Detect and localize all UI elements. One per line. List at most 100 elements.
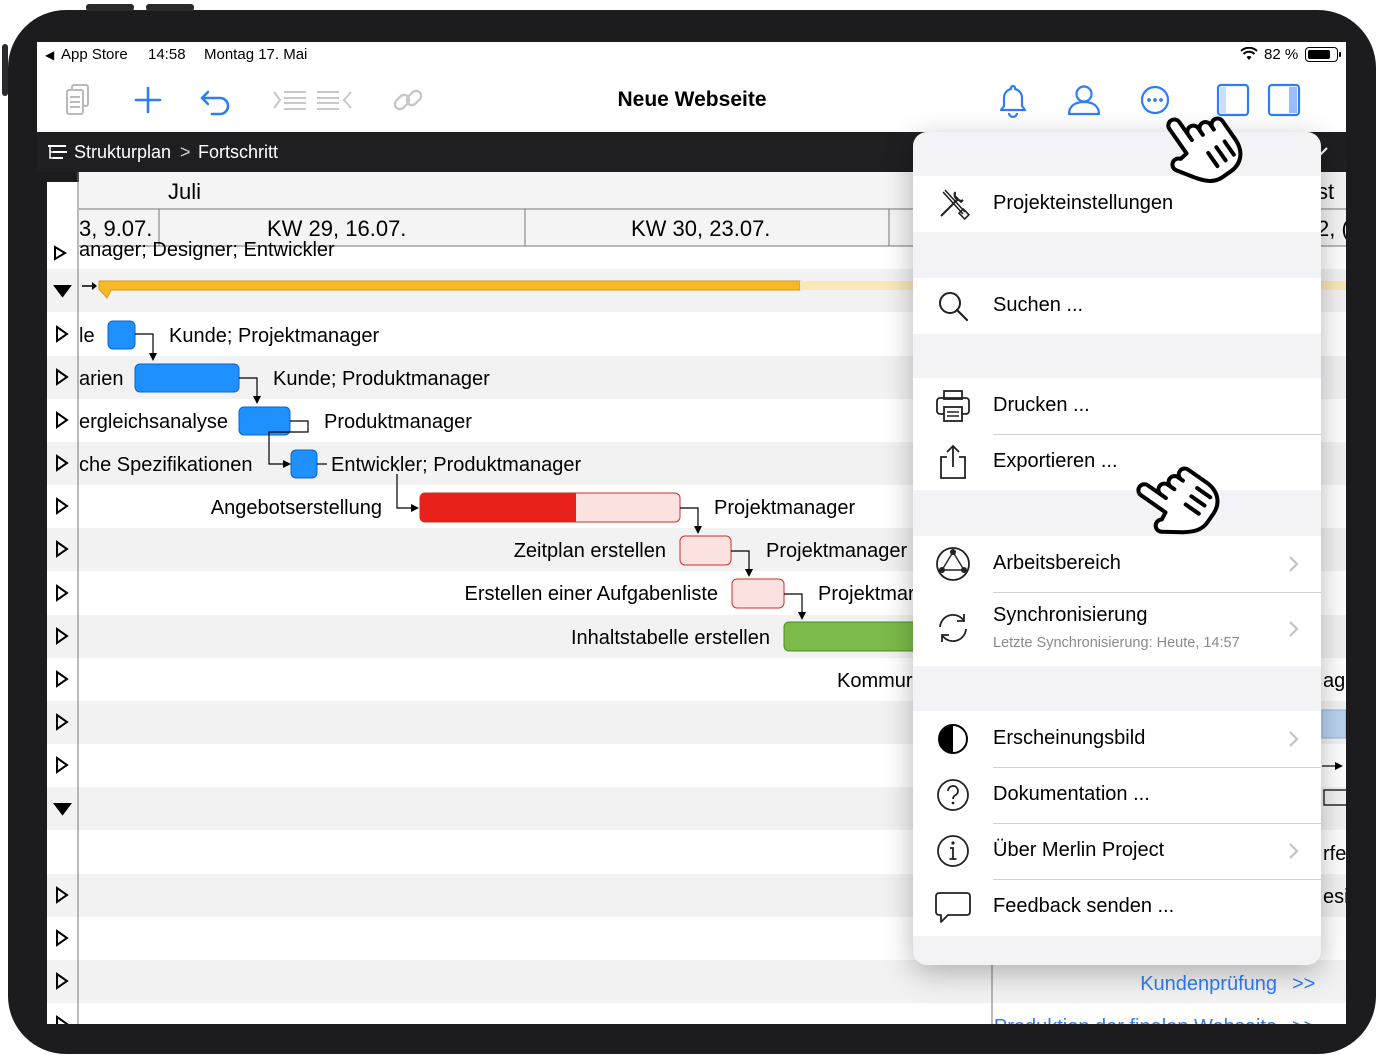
documents-icon[interactable] [59,80,99,120]
tools-icon [940,189,971,221]
top-button-1 [86,4,134,11]
link-icon[interactable] [388,80,428,120]
right-clipped-2: rfe [1323,843,1346,865]
outdent-icon[interactable] [270,80,310,120]
more-menu-popover: Projekteinstellungen Suchen ... Drucken … [913,132,1321,965]
right-clipped-3: esi [1323,886,1346,908]
top-button-2 [146,4,194,11]
task-name-5[interactable]: Angebotserstellung [211,497,382,519]
clipped-row-label: anager; Designer; Entwickler [79,239,335,261]
battery-icon [1305,47,1341,62]
menu-group-info: Erscheinungsbild Dokumentation ... Über … [913,711,1321,936]
produktion-arrow[interactable]: >> [1292,1016,1315,1024]
person-icon[interactable] [1064,80,1104,120]
menu-group-search: Suchen ... [913,278,1321,334]
task-bar-2[interactable] [134,363,240,393]
task-bar-4[interactable] [290,449,318,479]
task-name-1[interactable]: le [79,325,95,347]
task-resources-6: Projektmanager [766,540,908,562]
status-bar: ◀ App Store 14:58 Montag 17. Mai 82 % [37,42,1346,68]
battery-percent: 82 % [1264,46,1299,63]
info-icon [937,835,969,867]
printer-icon [936,390,970,422]
wifi-icon [1240,47,1258,60]
task-bar-1[interactable] [107,320,136,350]
hand-pointer-icon [1136,466,1220,535]
produktion-link[interactable]: Produktion der finalen Webseite [994,1016,1277,1024]
task-name-7[interactable]: Erstellen einer Aufgabenliste [465,583,719,605]
question-icon [937,779,969,811]
menu-item-arbeitsbereich[interactable]: Arbeitsbereich [913,536,1321,592]
kundenpruefung-link[interactable]: Kundenprüfung [1140,973,1277,995]
menu-label-ueber: Über Merlin Project [993,839,1165,861]
bell-icon[interactable] [993,80,1033,120]
task-name-2[interactable]: arien [79,368,123,390]
menu-item-feedback[interactable]: Feedback senden ... [913,879,1321,935]
menu-item-drucken[interactable]: Drucken ... [913,378,1321,434]
menu-label-arbeitsbereich: Arbeitsbereich [993,552,1121,574]
indent-icon[interactable] [315,80,355,120]
menu-group-output: Drucken ... Exportieren ... [913,378,1321,490]
magnifier-icon [939,292,969,322]
task-resources-3: Produktmanager [324,411,472,433]
task-resources-2: Kunde; Produktmanager [273,368,490,390]
menu-item-erscheinungsbild[interactable]: Erscheinungsbild [913,711,1321,767]
menu-item-ueber[interactable]: Über Merlin Project [913,823,1321,879]
menu-label-drucken: Drucken ... [993,394,1090,416]
week-label-2: KW 30, 23.07. [631,216,770,241]
back-app-label[interactable]: App Store [61,46,128,63]
task-name-3[interactable]: ergleichsanalyse [79,411,228,433]
task-bar-6[interactable] [679,535,732,566]
menu-item-suchen[interactable]: Suchen ... [913,278,1321,334]
breadcrumb-current[interactable]: Fortschritt [198,142,278,163]
task-resources-4: Entwickler; Produktmanager [331,454,581,476]
menu-label-feedback: Feedback senden ... [993,895,1175,917]
side-button [2,44,8,96]
sync-icon [939,614,967,642]
week-label-3: 2, ( [1317,216,1346,241]
status-date: Montag 17. Mai [204,46,308,63]
menu-group-workspace: Arbeitsbereich Synchronisierung Letzte S… [913,536,1321,666]
sync-subtitle: Letzte Synchronisierung: Heute, 14:57 [993,635,1240,651]
menu-item-exportieren[interactable]: Exportieren ... [913,434,1321,490]
task-resources-1: Kunde; Projektmanager [169,325,379,347]
chevron-right-icon [1289,556,1299,572]
breadcrumb-root[interactable]: Strukturplan [74,142,171,163]
right-clipped-1: age [1323,670,1346,692]
menu-group-settings: Projekteinstellungen [913,176,1321,232]
toolbar: Neue Webseite [37,68,1346,132]
menu-label-projekteinstellungen: Projekteinstellungen [993,192,1174,214]
inspector-right-icon[interactable] [1264,80,1304,120]
undo-icon[interactable] [196,80,236,120]
task-resources-7: Projektmar [818,583,915,605]
status-time: 14:58 [148,46,186,63]
speech-bubble-icon [935,892,971,923]
task-name-4[interactable]: che Spezifikationen [79,454,252,476]
hand-pointer-icon [1166,116,1243,183]
outline-icon [48,145,67,159]
task-bar-3[interactable] [238,406,291,436]
task-name-6[interactable]: Zeitplan erstellen [514,540,666,562]
chevron-right-icon [1289,731,1299,747]
kundenpruefung-arrow[interactable]: >> [1292,973,1315,995]
menu-label-suchen: Suchen ... [993,294,1084,316]
back-arrow-icon[interactable]: ◀ [45,48,54,62]
week-label-1: KW 29, 16.07. [267,216,406,241]
contrast-icon [938,724,968,754]
menu-label-erscheinungsbild: Erscheinungsbild [993,727,1146,749]
plus-icon[interactable] [128,80,168,120]
menu-label-exportieren: Exportieren ... [993,450,1118,472]
chevron-right-icon [1289,621,1299,637]
week-label-0: 3, 9.07. [79,216,152,241]
task-name-9[interactable]: Kommur [837,670,913,692]
task-bar-8[interactable] [783,621,925,652]
menu-label-dokumentation: Dokumentation ... [993,783,1150,805]
workspace-icon [936,547,970,581]
task-name-8[interactable]: Inhaltstabelle erstellen [571,627,770,649]
month-label: Juli [168,179,201,204]
task-bar-7[interactable] [731,578,785,609]
menu-item-synchronisierung[interactable]: Synchronisierung Letzte Synchronisierung… [913,592,1321,666]
menu-item-dokumentation[interactable]: Dokumentation ... [913,767,1321,823]
menu-item-projekteinstellungen[interactable]: Projekteinstellungen [913,176,1321,232]
menu-label-synchronisierung: Synchronisierung [993,604,1148,626]
